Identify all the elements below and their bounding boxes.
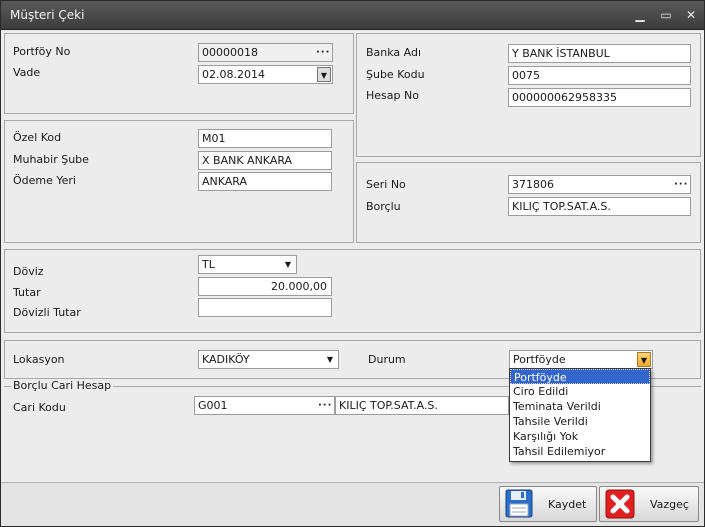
hesap-no-value: 000000062958335	[512, 91, 617, 104]
doviz-panel: Döviz TL ▼ Tutar 20.000,00 Dövizli Tutar	[4, 249, 701, 333]
vade-label: Vade	[13, 66, 41, 79]
musteri-ceki-window: Müşteri Çeki ▁ ▭ ✕ Portföy No 00000018 ·…	[0, 0, 705, 527]
seri-no-label: Seri No	[366, 178, 406, 191]
maximize-icon[interactable]: ▭	[657, 7, 675, 23]
ozel-kod-panel: Özel Kod M01 Muhabir Şube X BANK ANKARA …	[4, 120, 354, 243]
durum-value: Portföyde	[513, 353, 566, 366]
odeme-yeri-field[interactable]: ANKARA	[198, 172, 332, 191]
dovizli-tutar-field[interactable]	[198, 298, 332, 317]
seri-no-field[interactable]: 371806 ···	[508, 175, 691, 194]
cari-kodu-value: G001	[198, 399, 228, 412]
durum-option[interactable]: Ciro Edildi	[510, 384, 650, 399]
seri-no-value: 371806	[512, 178, 554, 191]
lokasyon-select[interactable]: KADIKÖY ▼	[198, 350, 339, 369]
tutar-field[interactable]: 20.000,00	[198, 277, 332, 296]
minimize-icon[interactable]: ▁	[631, 7, 649, 23]
ozel-kod-value: M01	[202, 132, 226, 145]
durum-option[interactable]: Teminata Verildi	[510, 399, 650, 414]
durum-option[interactable]: Tahsil Edilemiyor	[510, 444, 650, 459]
vade-date-field[interactable]: 02.08.2014 ▼	[198, 65, 333, 84]
doviz-label: Döviz	[13, 265, 44, 278]
save-button[interactable]: Kaydet	[499, 486, 597, 522]
banka-panel: Banka Adı Y BANK İSTANBUL Şube Kodu 0075…	[356, 33, 701, 157]
odeme-yeri-value: ANKARA	[202, 175, 248, 188]
ozel-kod-label: Özel Kod	[13, 131, 62, 144]
doviz-dropdown-icon[interactable]: ▼	[281, 257, 295, 272]
durum-options-list[interactable]: Portföyde Ciro Edildi Teminata Verildi T…	[509, 368, 651, 462]
dovizli-tutar-label: Dövizli Tutar	[13, 306, 81, 319]
seri-panel: Seri No 371806 ··· Borçlu KILIÇ TOP.SAT.…	[356, 162, 701, 243]
cari-kodu-field[interactable]: G001 ···	[194, 396, 335, 415]
muhabir-sube-label: Muhabir Şube	[13, 153, 89, 166]
durum-option[interactable]: Karşılığı Yok	[510, 429, 650, 444]
durum-dropdown-icon[interactable]: ▼	[637, 352, 651, 367]
odeme-yeri-label: Ödeme Yeri	[13, 174, 76, 187]
sube-kodu-value: 0075	[512, 69, 540, 82]
portfoy-no-lookup-icon[interactable]: ···	[316, 44, 330, 61]
lokasyon-label: Lokasyon	[13, 353, 65, 366]
tutar-value: 20.000,00	[271, 280, 327, 293]
portfoy-no-field[interactable]: 00000018 ···	[198, 43, 333, 62]
save-button-label: Kaydet	[548, 498, 587, 511]
banka-adi-value: Y BANK İSTANBUL	[512, 47, 610, 60]
floppy-disk-icon	[504, 489, 536, 519]
vade-dropdown-icon[interactable]: ▼	[317, 67, 331, 82]
muhabir-sube-field[interactable]: X BANK ANKARA	[198, 151, 332, 170]
cari-adi-value: KILIÇ TOP.SAT.A.S.	[339, 399, 438, 412]
portfoy-no-value: 00000018	[202, 46, 258, 59]
cancel-button-label: Vazgeç	[650, 498, 689, 511]
lokasyon-value: KADIKÖY	[202, 353, 250, 366]
sube-kodu-field[interactable]: 0075	[508, 66, 691, 85]
tutar-label: Tutar	[13, 286, 41, 299]
cancel-x-icon	[604, 489, 636, 519]
durum-option[interactable]: Tahsile Verildi	[510, 414, 650, 429]
hesap-no-field[interactable]: 000000062958335	[508, 88, 691, 107]
borclu-field[interactable]: KILIÇ TOP.SAT.A.S.	[508, 197, 691, 216]
title-bar[interactable]: Müşteri Çeki ▁ ▭ ✕	[1, 1, 704, 30]
portfoy-panel: Portföy No 00000018 ··· Vade 02.08.2014 …	[4, 33, 354, 114]
cancel-button[interactable]: Vazgeç	[599, 486, 699, 522]
durum-label: Durum	[368, 353, 406, 366]
button-bar: Kaydet Vazgeç	[1, 482, 704, 526]
doviz-select[interactable]: TL ▼	[198, 255, 297, 274]
ozel-kod-field[interactable]: M01	[198, 129, 332, 148]
doviz-value: TL	[202, 258, 215, 271]
seri-no-lookup-icon[interactable]: ···	[674, 176, 688, 193]
form-body: Portföy No 00000018 ··· Vade 02.08.2014 …	[1, 30, 704, 526]
lokasyon-dropdown-icon[interactable]: ▼	[323, 352, 337, 367]
borclu-value: KILIÇ TOP.SAT.A.S.	[512, 200, 611, 213]
hesap-no-label: Hesap No	[366, 89, 419, 102]
window-title: Müşteri Çeki	[10, 8, 85, 22]
portfoy-no-label: Portföy No	[13, 45, 71, 58]
durum-option[interactable]: Portföyde	[510, 369, 650, 384]
sube-kodu-label: Şube Kodu	[366, 68, 425, 81]
durum-select[interactable]: Portföyde ▼	[509, 350, 653, 369]
cari-adi-field[interactable]: KILIÇ TOP.SAT.A.S.	[335, 396, 509, 415]
vade-value: 02.08.2014	[202, 68, 265, 81]
cari-kodu-lookup-icon[interactable]: ···	[318, 397, 332, 414]
banka-adi-field[interactable]: Y BANK İSTANBUL	[508, 44, 691, 63]
cari-kodu-label: Cari Kodu	[13, 401, 66, 414]
borclu-cari-hesap-legend: Borçlu Cari Hesap	[11, 379, 114, 392]
banka-adi-label: Banka Adı	[366, 46, 422, 59]
close-icon[interactable]: ✕	[682, 7, 700, 23]
muhabir-sube-value: X BANK ANKARA	[202, 154, 293, 167]
borclu-label: Borçlu	[366, 200, 401, 213]
